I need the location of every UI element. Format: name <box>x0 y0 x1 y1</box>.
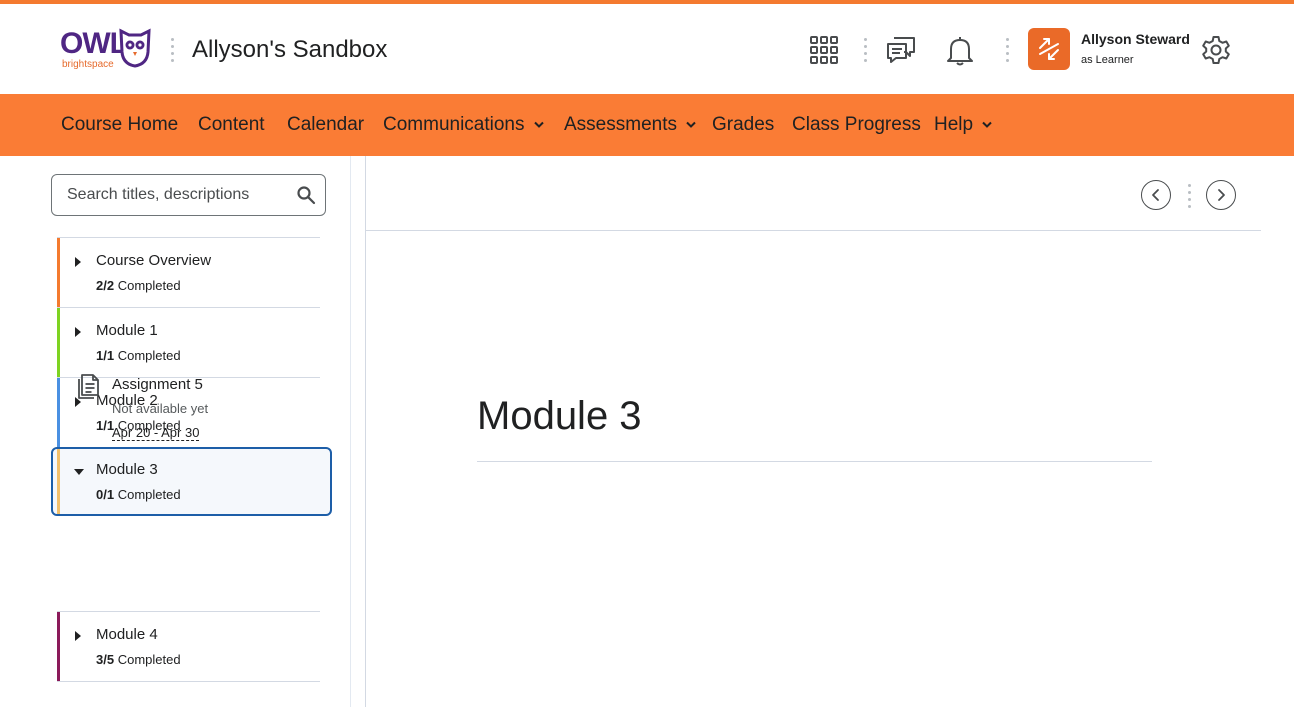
logo-main-text: OWL <box>60 27 128 60</box>
module-color-bar <box>57 308 60 378</box>
toc-item-progress: 0/1 Completed <box>96 487 181 502</box>
header-separator <box>170 38 174 62</box>
topic-date-range[interactable]: Apr 20 - Apr 30 <box>112 425 200 441</box>
search-icon[interactable] <box>295 184 317 206</box>
toc-item-progress: 1/1 Completed <box>96 348 181 363</box>
search-input[interactable] <box>52 175 292 215</box>
caret-right-icon[interactable] <box>73 629 83 647</box>
role-switch-icon[interactable] <box>1028 28 1070 70</box>
nav-assessments[interactable]: Assessments <box>564 114 697 136</box>
toc-item-module-3[interactable]: Module 3 0/1 Completed <box>51 447 332 516</box>
toc-item-progress: 2/2 Completed <box>96 278 181 293</box>
nav-help[interactable]: Help <box>934 114 993 136</box>
toc-item-title: Module 3 <box>96 461 158 478</box>
course-navbar: Course Home Content Calendar Communicati… <box>0 94 1294 156</box>
toc-item-course-overview[interactable]: Course Overview 2/2 Completed <box>57 237 320 308</box>
module-title-divider <box>477 461 1152 462</box>
toc-item-title: Course Overview <box>96 252 212 269</box>
chevron-left-icon <box>1152 189 1159 201</box>
chevron-right-icon <box>1218 189 1225 201</box>
nav-buttons-separator <box>1187 184 1191 208</box>
header-separator <box>1005 38 1009 62</box>
toc-item-title: Module 1 <box>96 322 158 339</box>
toc-item-title: Module 4 <box>96 626 158 643</box>
waffle-icon[interactable] <box>806 32 842 68</box>
header: OWL brightspace Allyson's Sandbox Allyso… <box>0 4 1294 94</box>
module-color-bar <box>57 238 60 308</box>
user-name[interactable]: Allyson Steward <box>1081 31 1190 47</box>
owl-brightspace-logo[interactable]: OWL brightspace <box>60 28 152 72</box>
nav-calendar[interactable]: Calendar <box>287 114 364 136</box>
module-color-bar <box>57 612 60 682</box>
topic-availability-status: Not available yet <box>112 401 209 416</box>
toc-divider <box>57 681 320 682</box>
nav-class-progress[interactable]: Class Progress <box>792 114 921 136</box>
nav-course-home[interactable]: Course Home <box>61 114 178 136</box>
logo-sub-text: brightspace <box>62 59 114 70</box>
caret-right-icon[interactable] <box>73 325 83 343</box>
toc-topic-assignment-5[interactable]: Assignment 5 Not available yet Apr 20 - … <box>57 370 320 456</box>
gear-icon[interactable] <box>1198 32 1234 68</box>
header-separator <box>863 38 867 62</box>
search-box <box>51 174 326 216</box>
toc-item-module-1[interactable]: Module 1 1/1 Completed <box>57 307 320 378</box>
bell-icon[interactable] <box>942 32 978 68</box>
topic-title[interactable]: Assignment 5 <box>112 376 203 394</box>
nav-content[interactable]: Content <box>198 114 265 136</box>
chevron-down-icon <box>685 121 697 129</box>
chevron-down-icon <box>981 121 993 129</box>
assignment-document-icon <box>76 372 102 405</box>
chevron-down-icon <box>533 121 545 129</box>
owl-mascot-icon <box>119 28 151 68</box>
chat-icon[interactable] <box>883 32 919 68</box>
main-toolbar-divider <box>366 230 1261 231</box>
user-role: as Learner <box>1081 54 1134 66</box>
toc-item-module-4[interactable]: Module 4 3/5 Completed <box>57 611 320 682</box>
course-title[interactable]: Allyson's Sandbox <box>192 36 387 64</box>
next-button[interactable] <box>1206 180 1236 210</box>
toc-item-progress: 3/5 Completed <box>96 652 181 667</box>
nav-grades[interactable]: Grades <box>712 114 774 136</box>
caret-right-icon[interactable] <box>73 255 83 273</box>
caret-down-icon[interactable] <box>73 464 85 482</box>
main-panel-divider <box>365 156 366 707</box>
module-color-bar <box>57 449 60 514</box>
previous-button[interactable] <box>1141 180 1171 210</box>
nav-communications[interactable]: Communications <box>383 114 545 136</box>
module-title: Module 3 <box>477 394 642 438</box>
